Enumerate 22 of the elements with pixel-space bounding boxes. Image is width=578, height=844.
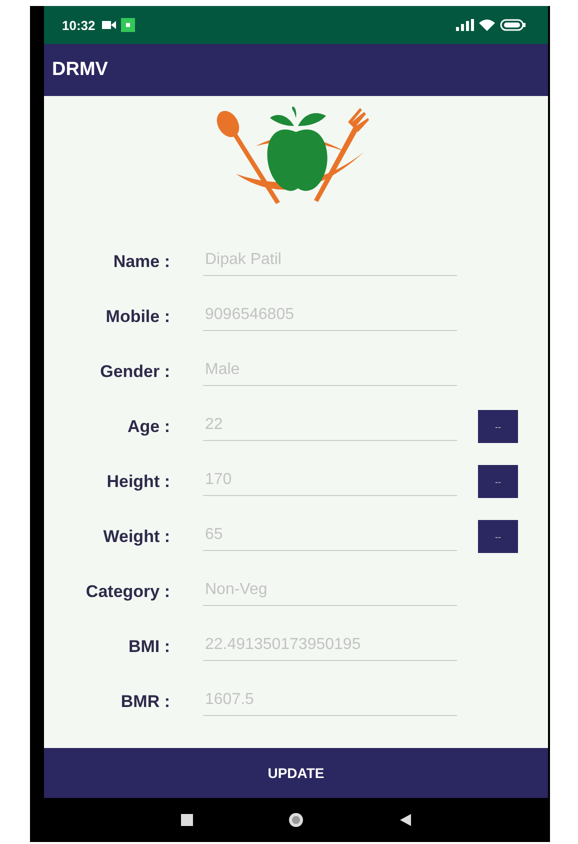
- field-label: Mobile :: [104, 306, 170, 326]
- app-title: DRMV: [52, 59, 108, 81]
- field-label: Name :: [112, 252, 170, 272]
- field-label: Height :: [106, 472, 170, 492]
- field-label: Age :: [126, 416, 170, 436]
- picker-button[interactable]: --: [478, 520, 518, 553]
- field-label: BMI :: [127, 636, 170, 656]
- home-icon[interactable]: [288, 812, 304, 828]
- wifi-icon: [479, 19, 495, 31]
- picker-button[interactable]: --: [478, 465, 518, 498]
- field-label: Gender :: [99, 362, 170, 382]
- picker-button[interactable]: --: [478, 410, 518, 443]
- field-label: Weight :: [102, 526, 170, 546]
- field-label: BMR :: [120, 692, 170, 712]
- signal-icon: [456, 19, 474, 31]
- battery-icon: [500, 19, 526, 31]
- video-camera-icon: [102, 20, 116, 30]
- status-time: 10:32: [62, 18, 96, 32]
- field-label: Category :: [84, 582, 170, 602]
- back-icon[interactable]: [399, 814, 411, 826]
- update-button[interactable]: UPDATE: [44, 748, 548, 798]
- notification-icon: [121, 18, 136, 32]
